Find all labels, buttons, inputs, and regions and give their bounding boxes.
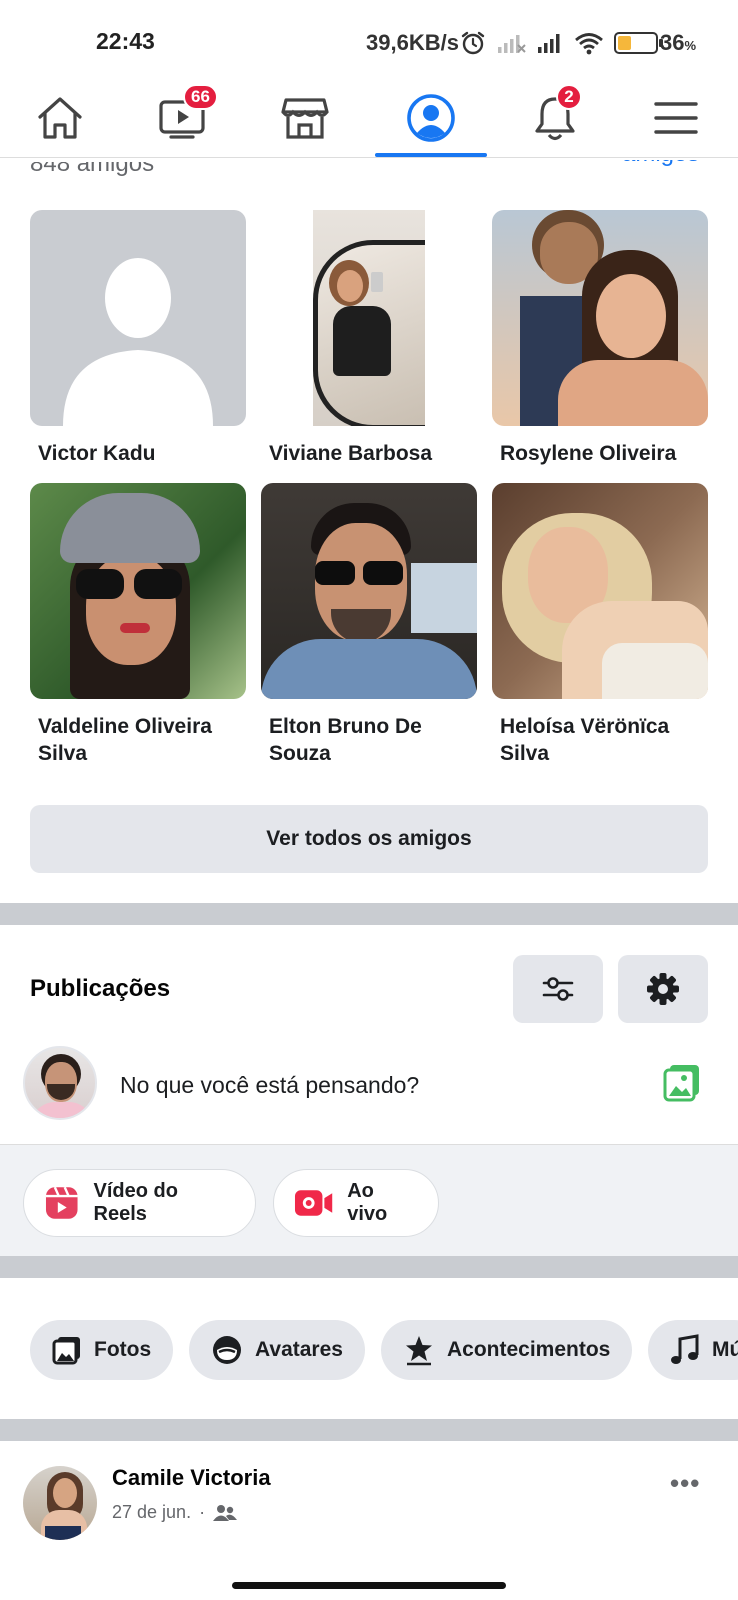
store-icon [281,98,329,139]
menu-icon [654,102,698,134]
chip-avatars[interactable]: Avatares [189,1320,365,1380]
friend-name: Elton Bruno De Souza [269,715,422,765]
reels-icon [45,1186,78,1219]
nav-home[interactable] [5,78,115,158]
post-meta: 27 de jun. · [112,1502,238,1523]
user-avatar[interactable] [23,1046,97,1120]
friend-name: Heloísa Vërönïca Silva [500,715,670,765]
chip-music[interactable]: Mú [648,1320,738,1380]
friend-name: Valdeline Oliveira Silva [38,715,212,765]
default-avatar-icon [63,258,213,426]
filter-button[interactable] [513,955,603,1023]
friend-name: Victor Kadu [38,442,156,465]
post-author-name[interactable]: Camile Victoria [112,1465,271,1491]
status-bar: 22:43 39,6KB/s 36% [0,0,738,78]
friends-icon [213,1504,238,1521]
network-speed: 39,6KB/s [366,30,459,55]
live-video-button[interactable]: Ao vivo [273,1169,439,1237]
chip-life-events-label: Acontecimentos [447,1338,611,1361]
friend-photo [261,483,477,699]
notifications-badge: 2 [556,84,582,110]
friend-card[interactable]: Elton Bruno De Souza [261,483,477,767]
reels-video-label: Vídeo do Reels [93,1180,178,1225]
star-icon [406,1336,432,1366]
chip-avatars-label: Avatares [255,1338,343,1361]
battery-percent: 36% [660,30,697,55]
post-composer-input[interactable]: No que você está pensando? [120,1072,419,1099]
chip-photos-label: Fotos [94,1338,152,1361]
settings-button[interactable] [618,955,708,1023]
profile-icon [407,94,455,142]
home-icon [38,97,82,139]
section-divider [0,903,738,925]
post-date: 27 de jun. [112,1502,192,1522]
friend-card[interactable]: Victor Kadu [30,210,246,467]
friend-photo [492,483,708,699]
section-divider [0,1419,738,1441]
post-meta-separator: · [199,1502,206,1522]
nav-watch[interactable]: 66 [127,78,237,158]
friend-card[interactable]: Valdeline Oliveira Silva [30,483,246,767]
publications-title: Publicações [30,975,171,1002]
section-divider [0,1256,738,1278]
chip-photos[interactable]: Fotos [30,1320,174,1380]
filter-sliders-icon [542,977,574,1001]
nav-notifications[interactable]: 2 [500,78,610,158]
friend-name: Rosylene Oliveira [500,442,677,465]
alarm-icon [461,31,485,55]
live-video-label: Ao vivo [347,1180,388,1225]
chip-life-events[interactable]: Acontecimentos [381,1320,633,1380]
avatar-icon [213,1336,241,1364]
friend-card[interactable]: Heloísa Vërönïca Silva [492,483,708,767]
status-time: 22:43 [96,28,155,54]
status-icons [460,28,663,58]
friend-photo [492,210,708,426]
reels-video-button[interactable]: Vídeo do Reels [23,1169,256,1237]
live-video-icon [294,1190,333,1216]
signal-off-icon [498,35,526,53]
nav-profile[interactable] [376,78,486,158]
photos-icon [52,1337,80,1365]
home-indicator[interactable] [232,1582,506,1589]
nav-menu[interactable] [621,78,731,158]
top-nav-bar: 66 2 [0,78,738,158]
friend-card[interactable]: Rosylene Oliveira [492,210,708,467]
see-all-friends-button[interactable]: Ver todos os amigos [30,805,708,873]
friend-name: Viviane Barbosa [269,442,433,465]
chip-music-label: Mú [712,1338,738,1361]
music-icon [671,1334,699,1364]
post-more-button[interactable]: ••• [670,1468,700,1499]
friend-photo [261,210,477,426]
battery-level [618,36,631,50]
friend-photo [30,483,246,699]
gear-icon [647,973,679,1005]
battery-icon [614,32,663,54]
watch-badge: 66 [183,84,218,110]
friend-card[interactable]: Viviane Barbosa [261,210,477,467]
quick-actions-strip: Vídeo do Reels Ao vivo [0,1144,738,1256]
post-author-avatar[interactable] [23,1466,97,1540]
photo-icon[interactable] [662,1062,702,1102]
friend-photo [30,210,246,426]
wifi-icon [575,33,603,55]
nav-marketplace[interactable] [250,78,360,158]
nav-active-indicator [375,153,487,157]
signal-icon [538,34,560,53]
